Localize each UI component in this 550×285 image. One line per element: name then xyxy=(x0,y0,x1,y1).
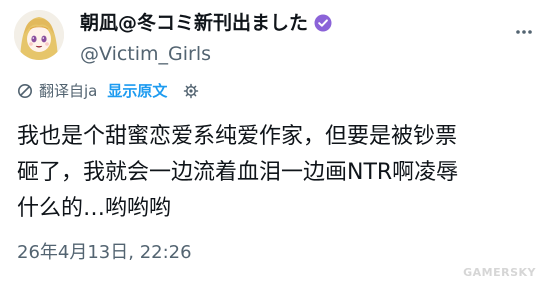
avatar[interactable] xyxy=(14,10,64,60)
display-name[interactable]: 朝凪@冬コミ新刊出ました xyxy=(80,11,308,35)
tweet-line: 砸了，我就会一边流着血泪一边画NTR啊凌辱 xyxy=(17,160,459,185)
more-horizontal-icon xyxy=(514,22,534,46)
tweet-text: 我也是个甜蜜恋爱系纯爱作家，但要是被钞票 砸了，我就会一边流着血泪一边画NTR啊… xyxy=(17,119,537,227)
watermark: GAMERSKY xyxy=(463,266,536,279)
tweet-timestamp[interactable]: 26年4月13日, 22:26 xyxy=(17,241,192,265)
display-name-row[interactable]: 朝凪@冬コミ新刊出ました xyxy=(80,11,332,35)
anime-avatar-icon xyxy=(14,10,64,60)
user-handle[interactable]: @Victim_Girls xyxy=(80,42,211,66)
tweet-line: 什么的…哟哟哟 xyxy=(17,196,172,221)
more-options-button[interactable] xyxy=(512,22,536,46)
tweet-line: 我也是个甜蜜恋爱系纯爱作家，但要是被钞票 xyxy=(17,124,458,149)
gear-icon[interactable] xyxy=(183,83,199,99)
translate-icon xyxy=(17,83,33,99)
translation-label: 翻译自ja xyxy=(39,82,98,100)
verified-badge-icon xyxy=(314,14,332,32)
translation-row: 翻译自ja 显示原文 xyxy=(17,81,199,101)
show-original-link[interactable]: 显示原文 xyxy=(107,81,167,101)
